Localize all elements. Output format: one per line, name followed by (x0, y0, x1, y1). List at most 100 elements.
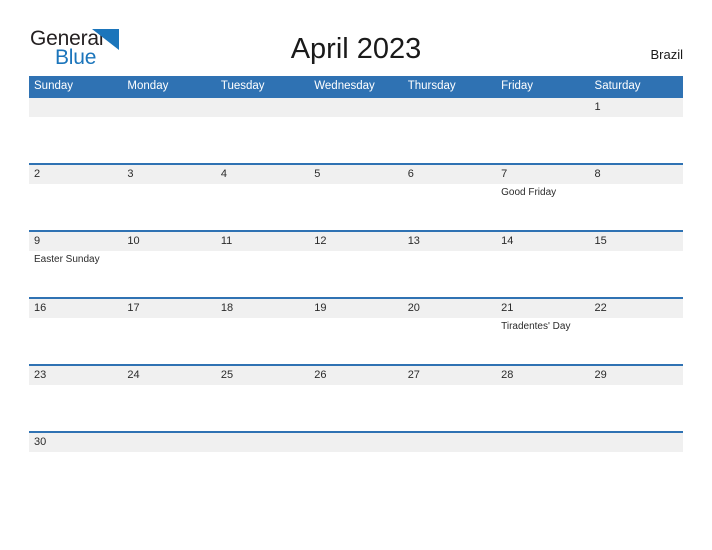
day-event (122, 251, 215, 297)
day-event (216, 184, 309, 230)
week-row: 30 (29, 431, 683, 455)
week-row: 16 17 18 19 20 21 22 Tiradentes' Day (29, 297, 683, 364)
day-number[interactable] (216, 433, 309, 452)
day-event (403, 117, 496, 163)
day-number[interactable]: 30 (29, 433, 122, 452)
day-number[interactable] (309, 433, 402, 452)
day-number[interactable] (403, 433, 496, 452)
week-row: 1 (29, 96, 683, 163)
day-number[interactable]: 10 (122, 232, 215, 251)
day-event (496, 385, 589, 431)
week-day-events: Easter Sunday (29, 251, 683, 297)
day-number[interactable]: 18 (216, 299, 309, 318)
weekday-header-thursday: Thursday (407, 80, 456, 92)
day-number[interactable]: 6 (403, 165, 496, 184)
day-number[interactable] (122, 98, 215, 117)
day-number[interactable] (496, 98, 589, 117)
day-event (403, 318, 496, 364)
day-number[interactable]: 25 (216, 366, 309, 385)
day-number[interactable]: 3 (122, 165, 215, 184)
day-event (122, 385, 215, 431)
day-event (29, 318, 122, 364)
day-number[interactable]: 27 (403, 366, 496, 385)
day-event (590, 318, 683, 364)
day-event (309, 385, 402, 431)
day-event (403, 385, 496, 431)
weekday-header-friday: Friday (501, 80, 534, 92)
week-row: 9 10 11 12 13 14 15 Easter Sunday (29, 230, 683, 297)
day-event (403, 251, 496, 297)
week-row: 23 24 25 26 27 28 29 (29, 364, 683, 431)
day-number[interactable]: 2 (29, 165, 122, 184)
day-number[interactable]: 14 (496, 232, 589, 251)
day-number[interactable]: 19 (309, 299, 402, 318)
calendar-grid: Sunday Monday Tuesday Wednesday Thursday… (29, 76, 683, 455)
day-event (122, 318, 215, 364)
day-event (496, 251, 589, 297)
day-number[interactable]: 8 (590, 165, 683, 184)
day-event (29, 385, 122, 431)
page-header: General Blue April 2023 Brazil (0, 0, 712, 76)
day-event (29, 184, 122, 230)
day-event (122, 117, 215, 163)
day-event (122, 184, 215, 230)
week-day-events: Good Friday (29, 184, 683, 230)
day-number[interactable]: 4 (216, 165, 309, 184)
day-number[interactable]: 29 (590, 366, 683, 385)
day-number[interactable]: 17 (122, 299, 215, 318)
day-number[interactable]: 26 (309, 366, 402, 385)
day-number[interactable]: 22 (590, 299, 683, 318)
day-number[interactable]: 9 (29, 232, 122, 251)
day-event (216, 385, 309, 431)
day-number[interactable]: 28 (496, 366, 589, 385)
day-event (309, 184, 402, 230)
day-event (403, 184, 496, 230)
week-day-events: Tiradentes' Day (29, 318, 683, 364)
day-event (216, 117, 309, 163)
week-day-numbers: 1 (29, 98, 683, 117)
day-number[interactable] (122, 433, 215, 452)
day-number[interactable]: 16 (29, 299, 122, 318)
day-event (216, 318, 309, 364)
day-number[interactable]: 21 (496, 299, 589, 318)
week-day-events (29, 117, 683, 163)
day-number[interactable]: 1 (590, 98, 683, 117)
day-event-text: Easter Sunday (34, 254, 100, 265)
weekday-header-saturday: Saturday (594, 80, 641, 92)
day-event (590, 385, 683, 431)
weekday-header-wednesday: Wednesday (314, 80, 375, 92)
day-number[interactable]: 15 (590, 232, 683, 251)
day-number[interactable] (309, 98, 402, 117)
day-event-tiradentes-day: Tiradentes' Day (496, 318, 589, 364)
day-number[interactable]: 11 (216, 232, 309, 251)
day-event (309, 251, 402, 297)
week-day-numbers: 2 3 4 5 6 7 8 (29, 165, 683, 184)
day-event-good-friday: Good Friday (496, 184, 589, 230)
week-row: 2 3 4 5 6 7 8 Good Friday (29, 163, 683, 230)
week-day-events (29, 385, 683, 431)
week-day-numbers: 9 10 11 12 13 14 15 (29, 232, 683, 251)
day-event (590, 251, 683, 297)
day-number[interactable] (29, 98, 122, 117)
day-number[interactable]: 7 (496, 165, 589, 184)
day-number[interactable]: 12 (309, 232, 402, 251)
day-event (29, 117, 122, 163)
country-label: Brazil (650, 47, 683, 62)
day-event (216, 251, 309, 297)
day-number[interactable] (216, 98, 309, 117)
day-number[interactable] (590, 433, 683, 452)
day-event-text: Tiradentes' Day (501, 321, 571, 332)
day-number[interactable]: 23 (29, 366, 122, 385)
day-event-text: Good Friday (501, 187, 557, 198)
day-number[interactable]: 13 (403, 232, 496, 251)
day-number[interactable]: 20 (403, 299, 496, 318)
day-number[interactable]: 24 (122, 366, 215, 385)
day-event-easter-sunday: Easter Sunday (29, 251, 122, 297)
day-event (496, 117, 589, 163)
day-number[interactable] (403, 98, 496, 117)
day-number[interactable]: 5 (309, 165, 402, 184)
week-day-numbers: 16 17 18 19 20 21 22 (29, 299, 683, 318)
weekday-header-monday: Monday (127, 80, 169, 92)
day-event (309, 117, 402, 163)
day-number[interactable] (496, 433, 589, 452)
